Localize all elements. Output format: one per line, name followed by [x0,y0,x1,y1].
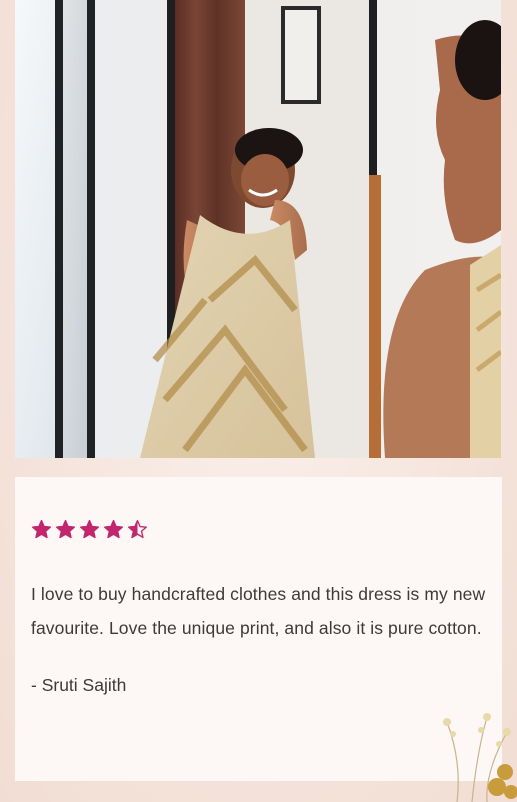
dried-flowers-decoration [443,713,517,802]
half-star-icon [128,519,147,538]
star-icon [104,519,123,538]
star-icon [56,519,75,538]
star-icon [32,519,51,538]
review-photo [15,0,501,458]
review-author: - Sruti Sajith [31,675,127,695]
star-icon [80,519,99,538]
rating-stars [31,517,486,541]
review-text: I love to buy handcrafted clothes and th… [31,584,486,638]
